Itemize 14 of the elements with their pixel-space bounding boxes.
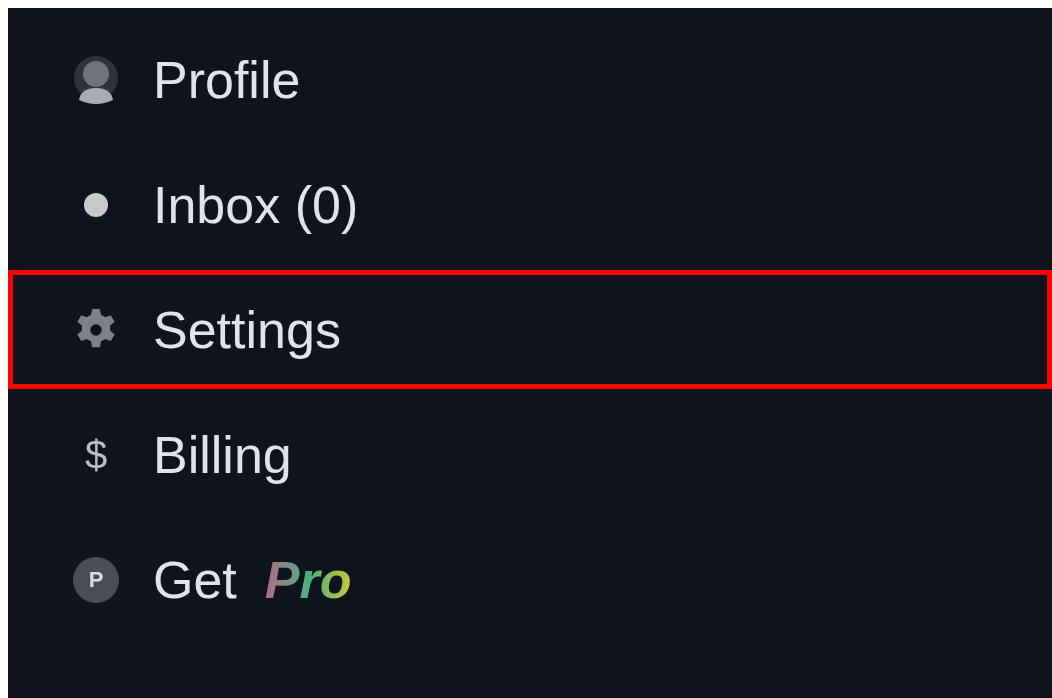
item-label: Get (153, 549, 237, 611)
menu-item[interactable]: Inbox (0) (8, 145, 1052, 264)
dot-icon (83, 191, 109, 218)
user-icon (73, 53, 119, 106)
menu-item[interactable]: P Get Pro (8, 520, 1052, 639)
item-label: Settings (153, 299, 341, 361)
letter-badge: P (73, 556, 119, 603)
menu-item[interactable]: Profile (8, 20, 1052, 139)
item-label: Profile (153, 49, 301, 111)
dollar-icon: $ (84, 424, 108, 485)
menu-item[interactable]: $ Billing (8, 395, 1052, 514)
item-label: Billing (153, 424, 292, 486)
item-label: Inbox (0) (153, 174, 359, 236)
menu-item[interactable]: Settings (8, 270, 1052, 389)
